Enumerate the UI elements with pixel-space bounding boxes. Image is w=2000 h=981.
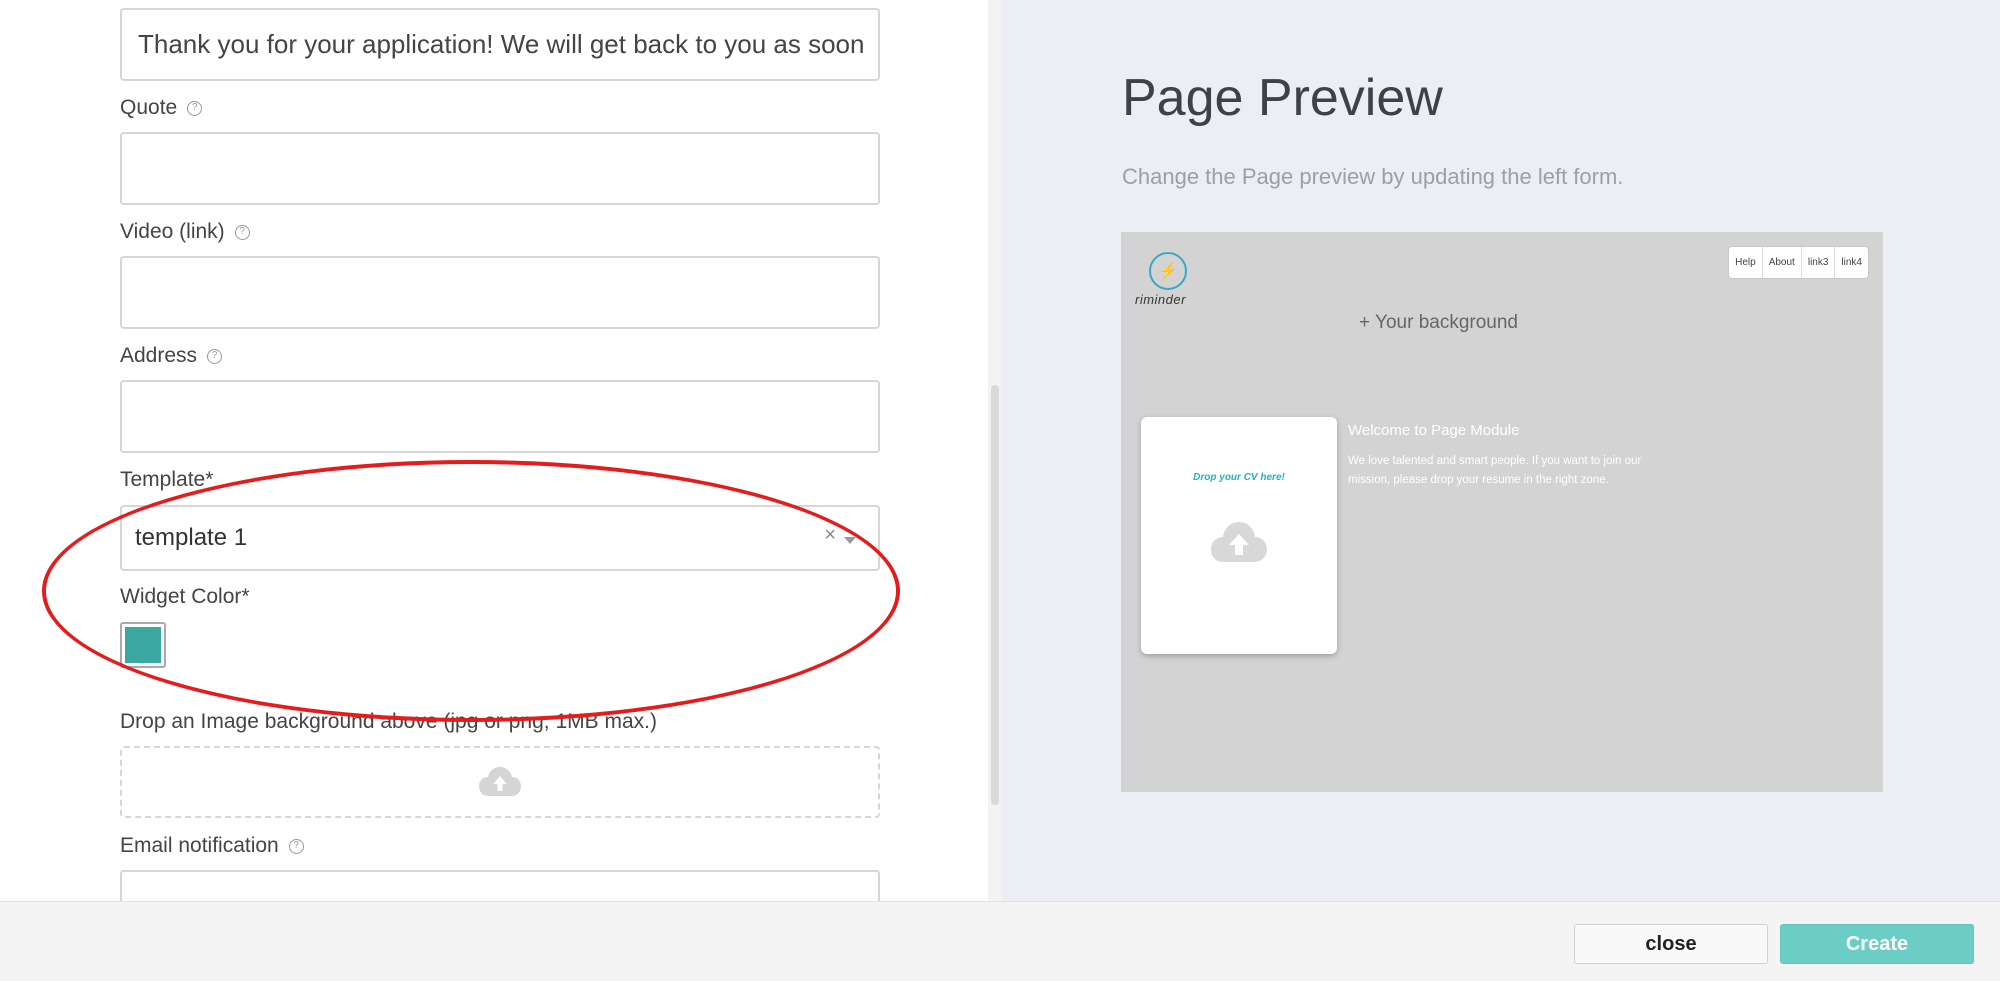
- preview-nav: Help About link3 link4: [1728, 246, 1869, 279]
- template-label-text: Template*: [120, 468, 214, 491]
- nav-link-about[interactable]: About: [1763, 247, 1802, 278]
- welcome-title: Welcome to Page Module: [1348, 422, 1520, 439]
- cloud-upload-icon: [479, 767, 521, 796]
- email-notification-input[interactable]: [120, 870, 880, 901]
- preview-panel: Page Preview Change the Page preview by …: [1002, 0, 2000, 901]
- nav-link-4[interactable]: link4: [1835, 247, 1868, 278]
- page-title: Page Preview: [1122, 69, 1443, 127]
- create-button[interactable]: Create: [1780, 924, 1974, 964]
- video-link-input[interactable]: [120, 256, 880, 329]
- cv-card-title: Drop your CV here!: [1193, 472, 1285, 483]
- quote-input[interactable]: [120, 132, 880, 205]
- nav-link-help[interactable]: Help: [1729, 247, 1763, 278]
- help-icon[interactable]: ?: [288, 838, 304, 854]
- form-panel: Thank you for your application! We will …: [0, 0, 988, 901]
- video-label: Video (link) ?: [120, 220, 250, 244]
- cloud-upload-icon: [1211, 522, 1267, 562]
- close-button[interactable]: close: [1574, 924, 1768, 964]
- page-subtitle: Change the Page preview by updating the …: [1122, 164, 1624, 189]
- nav-link-3[interactable]: link3: [1802, 247, 1836, 278]
- address-input[interactable]: [120, 380, 880, 453]
- help-icon[interactable]: ?: [234, 224, 250, 240]
- address-label-text: Address: [120, 344, 198, 367]
- help-icon[interactable]: ?: [207, 348, 223, 364]
- image-dropzone[interactable]: [120, 746, 880, 818]
- thank-you-message-value: Thank you for your application! We will …: [138, 29, 865, 59]
- logo-icon: ⚡: [1149, 252, 1187, 290]
- template-label: Template*: [120, 468, 213, 492]
- image-background-label-text: Drop an Image background above (jpg or p…: [120, 710, 657, 733]
- template-select[interactable]: template 1 ×: [120, 505, 880, 571]
- help-icon[interactable]: ?: [187, 100, 203, 116]
- riminder-logo: ⚡ riminder: [1135, 252, 1199, 308]
- background-placeholder-text: + Your background: [1359, 312, 1518, 333]
- footer-bar: close Create: [0, 901, 2000, 981]
- quote-label-text: Quote: [120, 96, 178, 119]
- email-notification-label: Email notification ?: [120, 834, 304, 858]
- clear-icon[interactable]: ×: [824, 524, 836, 547]
- widget-color-label-text: Widget Color*: [120, 585, 250, 608]
- chevron-down-icon[interactable]: [844, 537, 856, 544]
- template-selected-value: template 1: [135, 524, 248, 551]
- video-label-text: Video (link): [120, 220, 225, 243]
- email-notification-label-text: Email notification: [120, 834, 279, 857]
- form-scrollbar-thumb[interactable]: [991, 385, 999, 805]
- thank-you-message-input[interactable]: Thank you for your application! We will …: [120, 8, 880, 81]
- color-swatch-fill: [125, 627, 161, 663]
- page-preview: ⚡ riminder Help About link3 link4 + Your…: [1121, 232, 1883, 792]
- quote-label: Quote ?: [120, 96, 203, 120]
- cv-drop-widget[interactable]: Drop your CV here!: [1141, 417, 1337, 654]
- widget-color-label: Widget Color*: [120, 585, 250, 609]
- image-background-label: Drop an Image background above (jpg or p…: [120, 710, 657, 734]
- logo-text: riminder: [1135, 292, 1186, 307]
- address-label: Address ?: [120, 344, 223, 368]
- widget-color-picker[interactable]: [120, 622, 166, 668]
- welcome-text: We love talented and smart people. If yo…: [1348, 455, 1642, 486]
